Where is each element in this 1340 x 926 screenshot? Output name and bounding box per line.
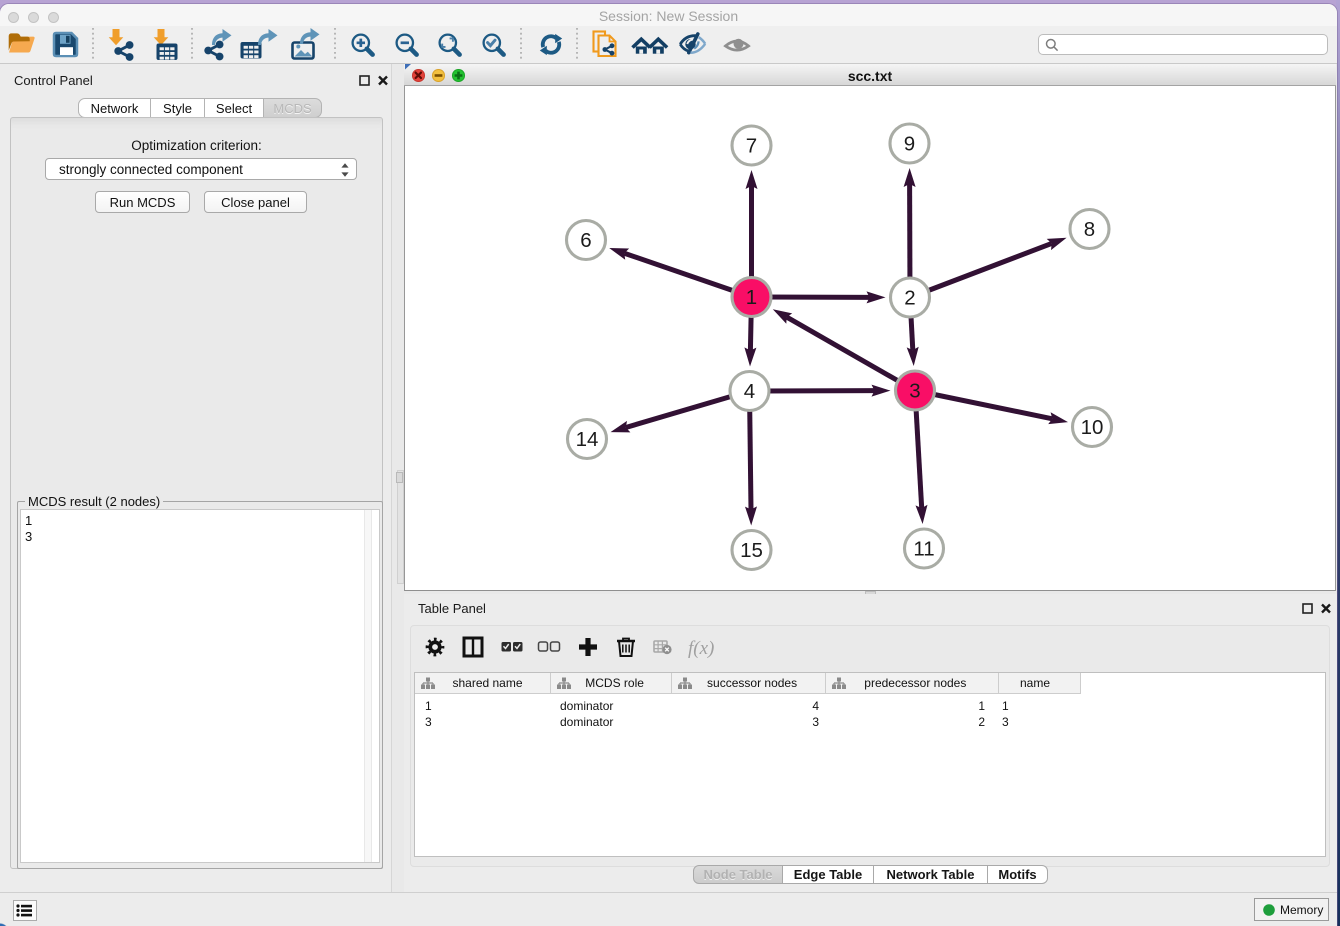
- svg-text:15: 15: [740, 539, 763, 562]
- svg-text:10: 10: [1081, 416, 1104, 439]
- svg-text:14: 14: [576, 428, 599, 451]
- svg-text:3: 3: [909, 380, 920, 403]
- svg-text:4: 4: [744, 380, 755, 403]
- svg-text:7: 7: [746, 135, 757, 158]
- svg-text:9: 9: [904, 133, 915, 156]
- svg-text:6: 6: [580, 229, 591, 252]
- svg-text:1: 1: [746, 286, 757, 309]
- svg-text:11: 11: [913, 538, 934, 561]
- svg-text:f(x): f(x): [688, 638, 714, 659]
- svg-text:2: 2: [904, 287, 915, 310]
- svg-text:8: 8: [1084, 218, 1095, 241]
